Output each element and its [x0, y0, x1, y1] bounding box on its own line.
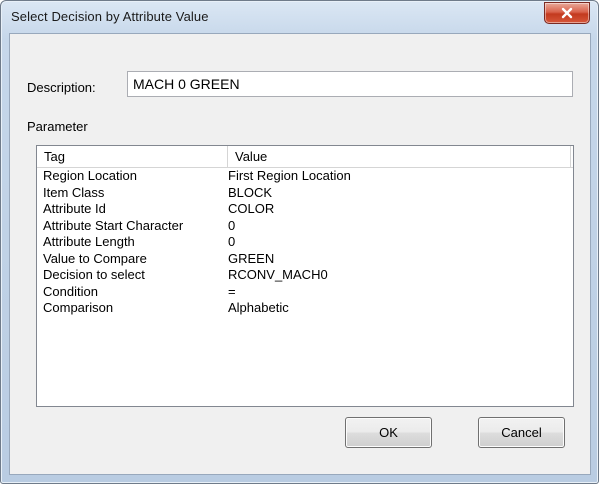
row-value: 0 [228, 234, 236, 249]
row-value: BLOCK [228, 184, 273, 200]
row-tag: Attribute Length [43, 234, 135, 249]
row-value: RCONV_MACH0 [228, 267, 328, 282]
row-tag: Region Location [43, 168, 137, 183]
dialog-window: Select Decision by Attribute Value Descr… [0, 0, 599, 484]
list-row[interactable]: Attribute Id COLOR [37, 201, 573, 218]
row-value: Alphabetic [228, 300, 289, 315]
list-rows: Region Location First Region Location It… [37, 168, 573, 317]
window-title: Select Decision by Attribute Value [11, 9, 209, 24]
close-icon [560, 7, 574, 19]
row-tag: Decision to select [43, 267, 145, 282]
close-button[interactable] [544, 2, 590, 24]
row-tag: Attribute Id [43, 201, 106, 216]
description-input[interactable] [127, 71, 573, 97]
list-row[interactable]: Item Class BLOCK [37, 185, 573, 202]
list-row[interactable]: Decision to select RCONV_MACH0 [37, 267, 573, 284]
list-row[interactable]: Attribute Start Character 0 [37, 218, 573, 235]
list-row[interactable]: Region Location First Region Location [37, 168, 573, 185]
row-tag: Value to Compare [43, 250, 147, 266]
dialog-client-area: Description: Parameter Tag Value Region … [9, 33, 591, 475]
row-tag: Comparison [43, 300, 114, 315]
row-value: = [228, 283, 236, 299]
parameter-list[interactable]: Tag Value Region Location First Region L… [36, 145, 574, 407]
column-header-value[interactable]: Value [228, 146, 571, 167]
list-row[interactable]: Value to Compare GREEN [37, 251, 573, 268]
row-tag: Attribute Start Character [43, 217, 184, 233]
title-bar[interactable]: Select Decision by Attribute Value [1, 1, 598, 35]
cancel-button[interactable]: Cancel [478, 417, 565, 448]
list-header: Tag Value [37, 146, 573, 168]
list-row[interactable]: Comparison Alphabetic [37, 300, 573, 317]
row-tag: Item Class [43, 184, 105, 200]
row-value: GREEN [228, 250, 275, 266]
list-row[interactable]: Condition = [37, 284, 573, 301]
column-header-tag[interactable]: Tag [37, 146, 228, 167]
parameter-label: Parameter [27, 119, 88, 134]
ok-button[interactable]: OK [345, 417, 432, 448]
description-label: Description: [27, 80, 96, 95]
row-value: 0 [228, 217, 236, 233]
row-value: COLOR [228, 201, 275, 216]
row-value: First Region Location [228, 168, 351, 183]
list-row[interactable]: Attribute Length 0 [37, 234, 573, 251]
row-tag: Condition [43, 283, 98, 299]
